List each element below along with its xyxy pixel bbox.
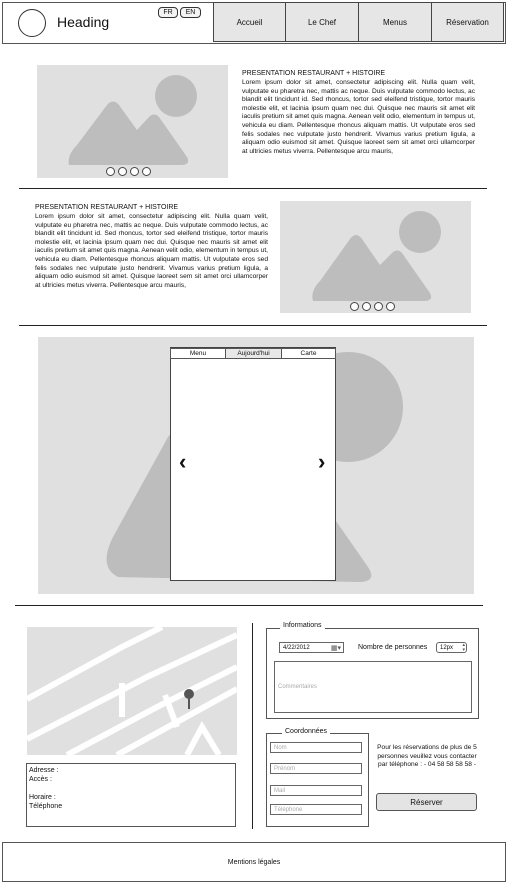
tab-menu[interactable]: Menu bbox=[170, 348, 226, 359]
map-pin-icon bbox=[183, 689, 195, 714]
prenom-input[interactable]: Prénom bbox=[270, 763, 362, 774]
section2-body: Lorem ipsum dolor sit amet, consectetur … bbox=[35, 213, 268, 289]
carousel-dot[interactable] bbox=[142, 167, 151, 176]
carousel-dot[interactable] bbox=[118, 167, 127, 176]
address-blank bbox=[29, 784, 233, 793]
carousel-dot[interactable] bbox=[106, 167, 115, 176]
section1-body: Lorem ipsum dolor sit amet, consectetur … bbox=[242, 79, 475, 155]
persons-value: 12px bbox=[440, 644, 454, 651]
persons-stepper[interactable]: 12px ▴ ▾ bbox=[436, 642, 467, 653]
menu-panel: Menu Aujourd'hui Carte bbox=[170, 347, 336, 581]
section2-carousel-dots[interactable] bbox=[350, 302, 395, 311]
carousel-dot[interactable] bbox=[130, 167, 139, 176]
nom-input[interactable]: Nom bbox=[270, 742, 362, 753]
telephone-input[interactable]: Téléphone bbox=[270, 804, 362, 815]
section1-carousel-dots[interactable] bbox=[106, 167, 151, 176]
nav-accueil[interactable]: Accueil bbox=[213, 2, 286, 42]
logo[interactable] bbox=[18, 9, 46, 37]
carousel-dot[interactable] bbox=[362, 302, 371, 311]
mail-input[interactable]: Mail bbox=[270, 785, 362, 796]
tab-aujourdhui[interactable]: Aujourd'hui bbox=[225, 348, 282, 359]
lang-en-button[interactable]: EN bbox=[180, 7, 201, 18]
carousel-dot[interactable] bbox=[386, 302, 395, 311]
carousel-prev-arrow-icon[interactable]: ‹ bbox=[179, 451, 186, 473]
image-placeholder-icon bbox=[312, 211, 441, 301]
address-label: Adresse : bbox=[29, 767, 59, 774]
carousel-dot[interactable] bbox=[350, 302, 359, 311]
stepper-arrows-icon[interactable]: ▴ ▾ bbox=[462, 642, 465, 653]
divider bbox=[19, 188, 487, 189]
informations-legend: Informations bbox=[280, 622, 325, 629]
date-value: 4/22/2012 bbox=[283, 644, 310, 651]
horaire-label: Horaire : bbox=[29, 794, 56, 801]
nav-reservation[interactable]: Réservation bbox=[431, 2, 504, 42]
carousel-dot[interactable] bbox=[374, 302, 383, 311]
reservation-note: Pour les réservations de plus de 5 perso… bbox=[377, 744, 477, 769]
nav-menus[interactable]: Menus bbox=[358, 2, 432, 42]
lang-fr-button[interactable]: FR bbox=[158, 7, 178, 18]
map[interactable] bbox=[27, 627, 237, 755]
tab-carte[interactable]: Carte bbox=[281, 348, 336, 359]
divider bbox=[19, 325, 487, 326]
section1-title: PRESENTATION RESTAURANT + HISTOIRE bbox=[242, 70, 386, 77]
comments-placeholder: Commentaires bbox=[278, 684, 318, 690]
calendar-icon[interactable]: ▦▾ bbox=[331, 644, 341, 652]
date-field[interactable]: 4/22/2012 ▦▾ bbox=[279, 642, 344, 653]
section1-image bbox=[37, 65, 228, 178]
divider bbox=[15, 605, 483, 606]
nav-le-chef[interactable]: Le Chef bbox=[285, 2, 359, 42]
image-placeholder-icon bbox=[68, 75, 197, 165]
reserver-button[interactable]: Réserver bbox=[376, 793, 477, 811]
comments-textarea[interactable]: Commentaires bbox=[274, 661, 472, 713]
coordonnees-legend: Coordonnées bbox=[282, 728, 331, 735]
persons-label: Nombre de personnes bbox=[358, 644, 428, 651]
acces-label: Accès : bbox=[29, 776, 52, 783]
telephone-label: Téléphone bbox=[29, 803, 63, 810]
site-heading: Heading bbox=[57, 14, 110, 30]
vertical-divider bbox=[252, 623, 253, 829]
footer-mentions-link[interactable]: Mentions légales bbox=[0, 859, 508, 866]
section2-image bbox=[280, 201, 471, 313]
carousel-next-arrow-icon[interactable]: › bbox=[318, 451, 325, 473]
section2-title: PRESENTATION RESTAURANT + HISTOIRE bbox=[35, 204, 179, 211]
address-box: Adresse : Accès : Horaire : Téléphone bbox=[26, 763, 236, 827]
map-roads bbox=[27, 627, 237, 755]
